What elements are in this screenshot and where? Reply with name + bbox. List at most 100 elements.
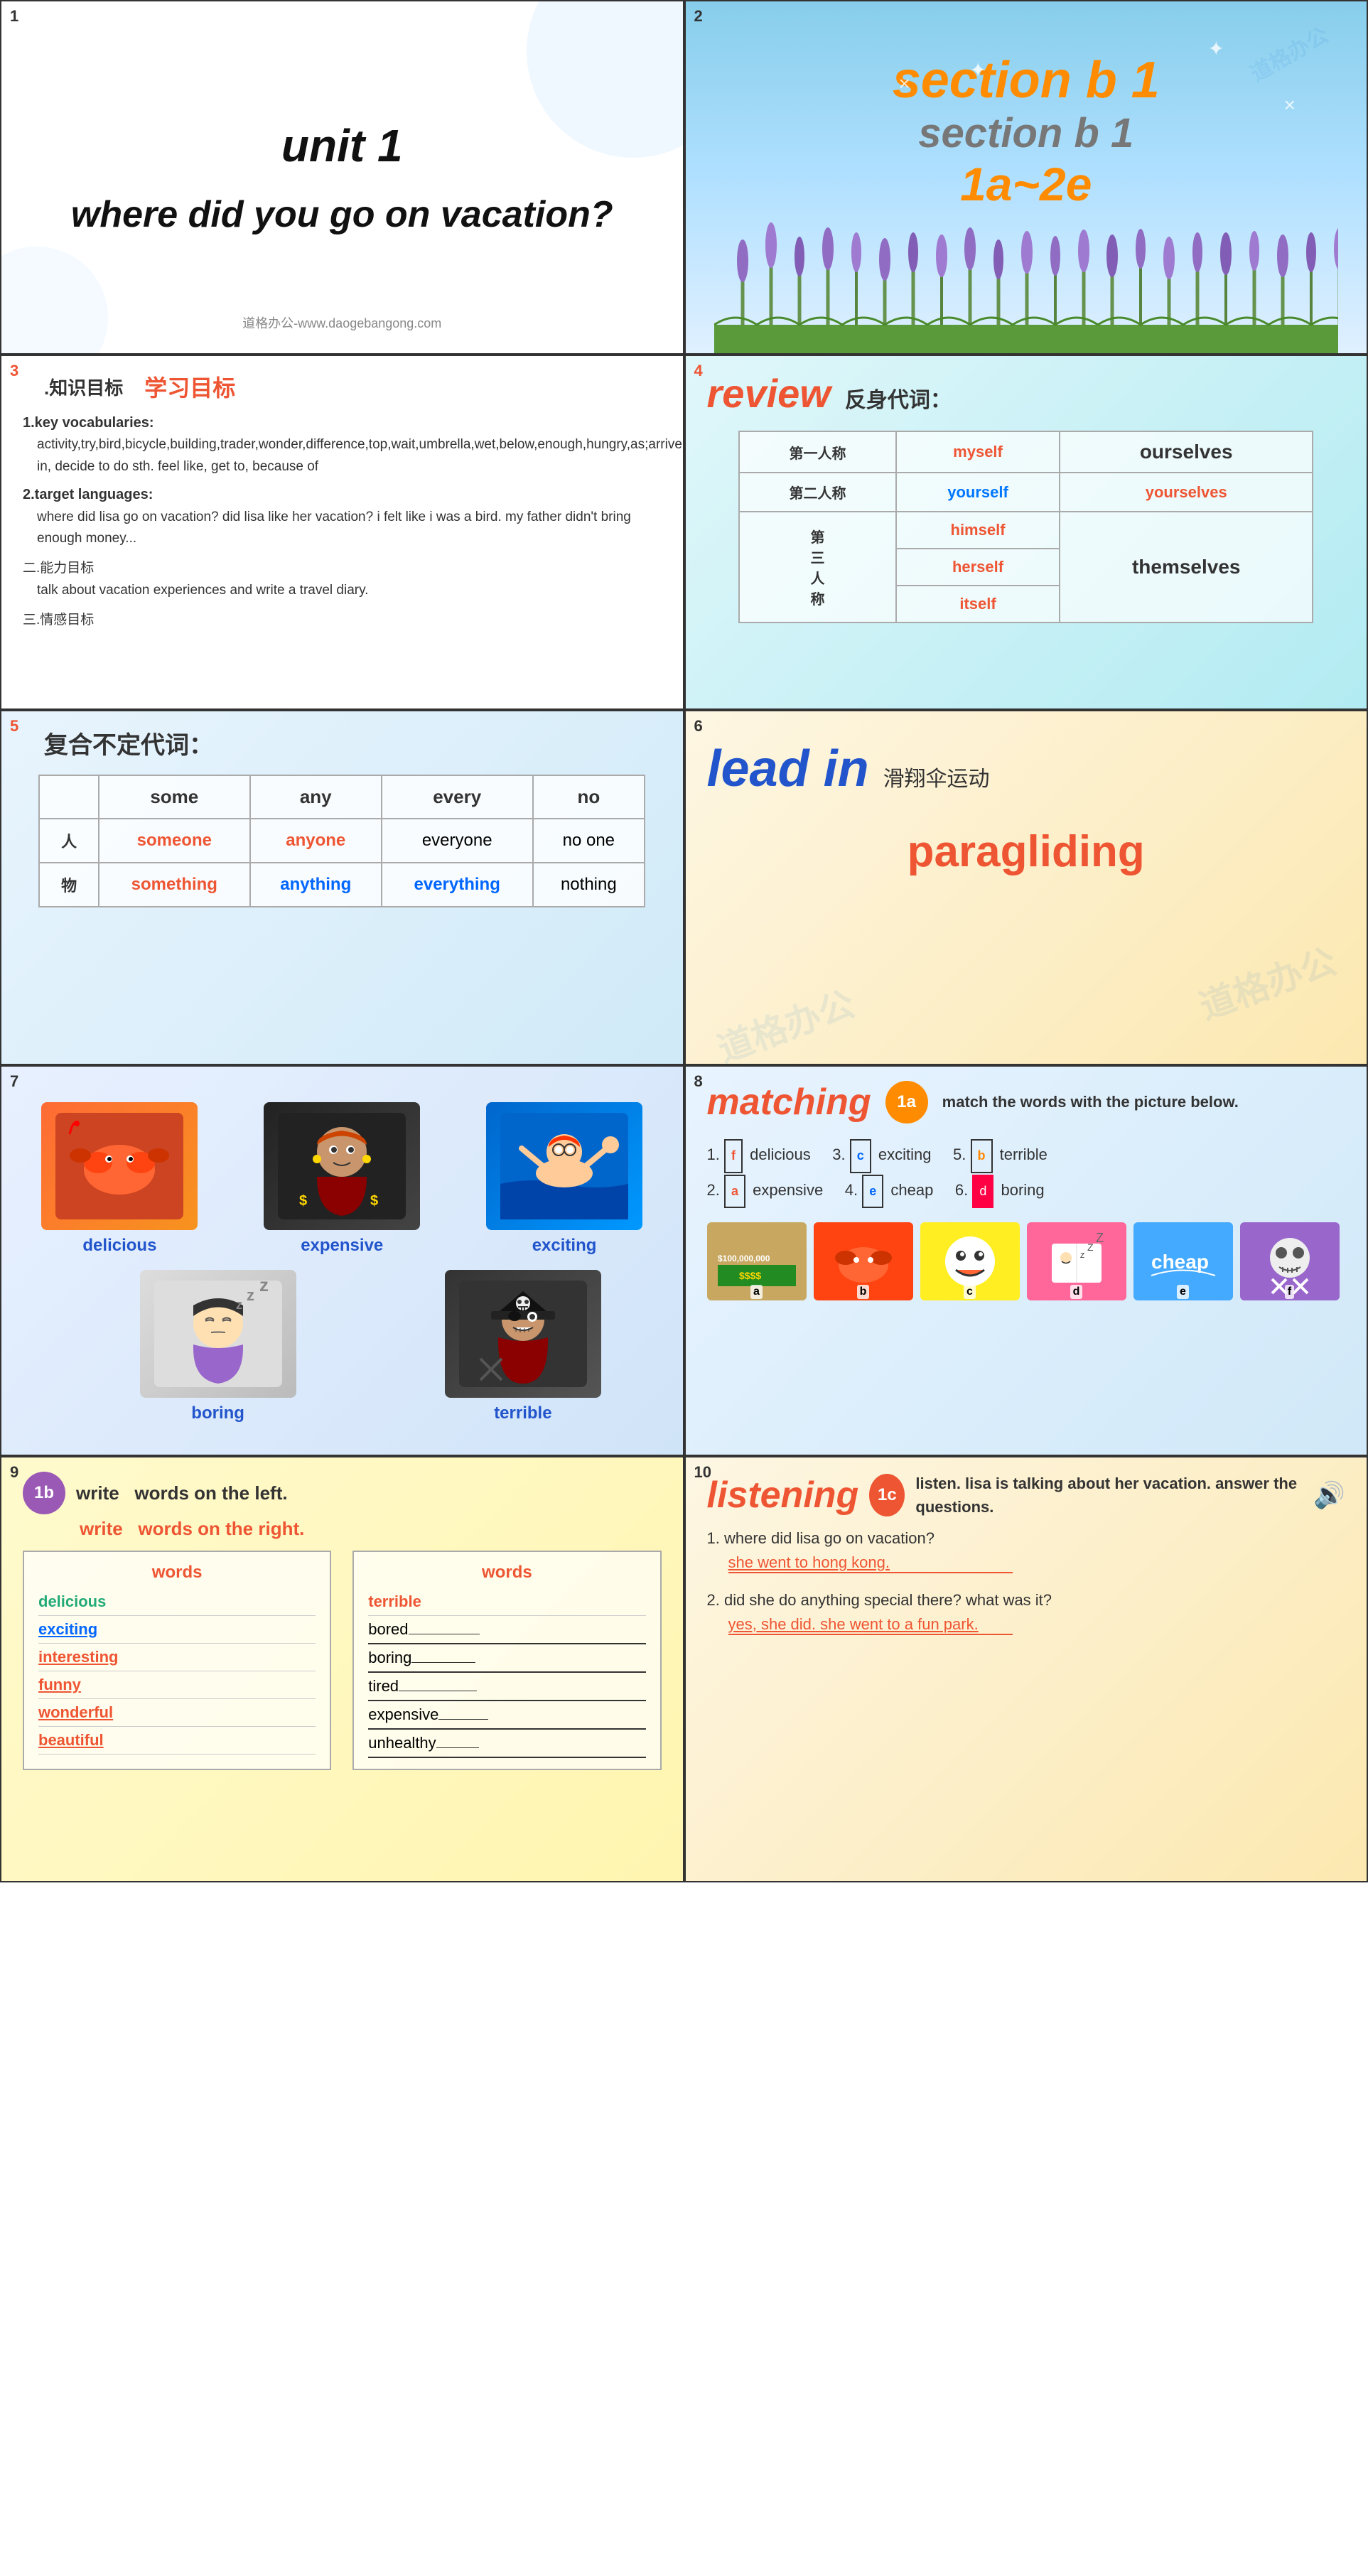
badge-1c: 1c (869, 1474, 905, 1516)
emotion-label: 三.情感目标 (23, 610, 662, 631)
col-header-left: words (38, 1563, 316, 1583)
label-terrible: terrible (494, 1403, 551, 1423)
expensive-svg: $ $ (278, 1113, 406, 1219)
qa-section: 1. where did lisa go on vacation? she we… (707, 1529, 1346, 1635)
listening-instruction: listen. lisa is talking about her vacati… (915, 1472, 1303, 1519)
pic-delicious: delicious (41, 1102, 198, 1256)
col-header-right: words (368, 1563, 645, 1583)
ability-text: talk about vacation experiences and writ… (23, 580, 662, 601)
word-bored: bored (368, 1616, 645, 1644)
matching-title: matching (707, 1081, 871, 1123)
match-row-2: 2. a expensive 4. e cheap 6. d boring (707, 1173, 1346, 1209)
svg-text:$100,000,000: $100,000,000 (718, 1254, 770, 1263)
match-box-5: b (971, 1139, 993, 1173)
svg-text:z: z (247, 1286, 254, 1304)
cell-objectives: 3 .知识目标 学习目标 1.key vocabularies: activit… (0, 355, 684, 710)
word-beautiful: beautiful (38, 1727, 316, 1755)
sparkle-3: × (1284, 94, 1296, 117)
match-instruction: match the words with the picture below. (942, 1093, 1239, 1111)
match-box-2: a (724, 1175, 745, 1209)
something: something (99, 863, 250, 907)
word-wonderful: wonderful (38, 1699, 316, 1727)
thumb-a: $100,000,000 $$$$ a (707, 1222, 807, 1300)
indef-label-thing: 物 (39, 863, 98, 907)
indef-header-some: some (99, 775, 250, 819)
qa-answer-2: yes, she did. she went to a fun park. (728, 1615, 1013, 1635)
label-boring: boring (191, 1403, 244, 1423)
corner-10: 10 (694, 1463, 711, 1482)
match-num-1: 1. (707, 1146, 724, 1163)
match-num-2: 2. (707, 1181, 724, 1199)
indef-row-thing: 物 something anything everything nothing (39, 863, 645, 907)
thumb-c: c (920, 1222, 1020, 1300)
watermark-1: 道格办公-www.daogebangong.com (242, 313, 441, 332)
thumb-label-f: f (1285, 1285, 1294, 1299)
word-terrible: terrible (368, 1588, 645, 1616)
terrible-svg (459, 1281, 587, 1387)
indefinite-table: some any every no 人 someone anyone every… (38, 775, 645, 907)
svg-text:Z: Z (1087, 1241, 1094, 1253)
pic-row-2: z z z boring (16, 1270, 669, 1423)
section-title-gray: section b 1 (918, 109, 1133, 157)
badge-1b: 1b (23, 1472, 65, 1514)
objectives-title-row: .知识目标 学习目标 (23, 370, 662, 403)
word-expensive: expensive (368, 1701, 645, 1730)
pronoun-table: 第一人称 myself ourselves 第二人称 yourself your… (738, 431, 1313, 623)
lead-in-subtitle: 滑翔伞运动 (883, 761, 990, 792)
qa-question-1: 1. where did lisa go on vacation? (707, 1529, 1346, 1548)
match-word-6: boring (1001, 1181, 1044, 1199)
label-2person: 第二人称 (739, 473, 895, 512)
svg-text:$$$$: $$$$ (739, 1270, 761, 1281)
indef-header-every: every (382, 775, 533, 819)
thumb-label-d: d (1070, 1285, 1083, 1299)
pic-row-1: delicious (16, 1102, 669, 1256)
corner-3: 3 (10, 362, 18, 380)
match-num-3: 3. (832, 1146, 849, 1163)
pic-box-expensive: $ $ (264, 1102, 420, 1230)
cell-section-b1: 2 section b 1 section b 1 1a~2e ✦ ✦ × × (684, 0, 1368, 355)
cell-listening: 10 listening 1c listen. lisa is talking … (684, 1456, 1368, 1882)
thumb-label-e: e (1177, 1285, 1189, 1299)
main-grid: 1 unit 1 where did you go on vacation? 道… (0, 0, 1368, 1882)
cell-lead-in: 6 lead in 滑翔伞运动 paragliding 道格办公 道格办公 (684, 710, 1368, 1065)
matching-header: matching 1a match the words with the pic… (707, 1081, 1346, 1123)
word-delicious: delicious (38, 1588, 316, 1616)
target-text: where did lisa go on vacation? did lisa … (23, 507, 662, 550)
unit-subtitle: where did you go on vacation? (71, 193, 613, 236)
paragliding-word: paragliding (907, 826, 1145, 877)
listening-header: listening 1c listen. lisa is talking abo… (707, 1472, 1346, 1519)
table-row-2person: 第二人称 yourself yourselves (739, 473, 1313, 512)
speaker-icon: 🔊 (1313, 1480, 1345, 1510)
thumb-label-c: c (964, 1285, 976, 1299)
match-word-2: expensive (753, 1181, 823, 1199)
boring-svg: z z z (154, 1281, 282, 1387)
ability-label: 二.能力目标 (23, 558, 662, 579)
yourself: yourself (896, 473, 1060, 512)
pic-exciting: exciting (486, 1102, 642, 1256)
review-title: review (707, 370, 831, 416)
pic-box-exciting (486, 1102, 642, 1230)
cell-pictures: 7 (0, 1065, 684, 1456)
corner-8: 8 (694, 1072, 703, 1091)
label-expensive: expensive (301, 1236, 383, 1256)
write-inst-line1: write words on the left. (76, 1482, 288, 1504)
corner-7: 7 (10, 1072, 18, 1091)
indef-row-person: 人 someone anyone everyone no one (39, 819, 645, 863)
match-row-1: 1. f delicious 3. c exciting 5. b terrib… (707, 1138, 1346, 1173)
nothing: nothing (533, 863, 645, 907)
herself: herself (896, 549, 1060, 586)
corner-6: 6 (694, 717, 703, 735)
svg-text:Z: Z (1096, 1231, 1104, 1245)
lavender-field (714, 211, 1339, 353)
ourselves: ourselves (1060, 431, 1313, 473)
indef-header-any: any (250, 775, 382, 819)
watermark-6a: 道格办公 (1192, 933, 1343, 1030)
lavender-svg (714, 211, 1339, 353)
no-one: no one (533, 819, 645, 863)
word-boring: boring (368, 1644, 645, 1673)
match-word-5: terrible (1000, 1146, 1047, 1163)
cell-indefinite: 5 复合不定代词： some any every no 人 someone an… (0, 710, 684, 1065)
pic-boring: z z z boring (140, 1270, 296, 1423)
match-box-4: e (862, 1175, 883, 1209)
thumb-d: Z Z Z d (1027, 1222, 1126, 1300)
